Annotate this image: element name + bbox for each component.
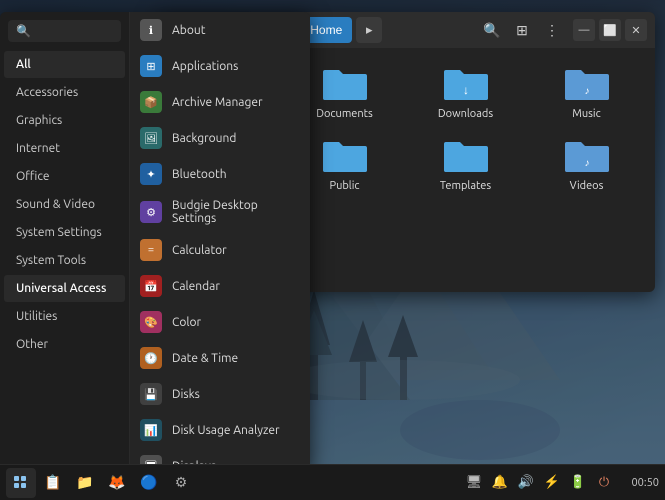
app-label: Background [172, 132, 236, 145]
category-item-sound-&-video[interactable]: Sound & Video [4, 191, 125, 218]
folder-icon: ↓ [442, 64, 490, 104]
app-icon: 📊 [140, 419, 162, 441]
app-item-calendar[interactable]: 📅 Calendar [130, 268, 310, 304]
svg-text:♪: ♪ [584, 157, 589, 168]
folder-label: Videos [570, 180, 604, 192]
taskbar-app4-button[interactable]: 🔵 [134, 468, 164, 498]
home-label: Home [310, 23, 342, 37]
app-launcher: 🔍 AllAccessoriesGraphicsInternetOfficeSo… [0, 12, 310, 472]
folder-icon: ♪ [563, 64, 611, 104]
folder-icon [321, 136, 369, 176]
folder-item-templates[interactable]: Templates [409, 132, 522, 196]
folder-icon: ♪ [563, 136, 611, 176]
taskbar-settings-button[interactable]: ⚙ [166, 468, 196, 498]
category-item-utilities[interactable]: Utilities [4, 303, 125, 330]
app-label: Bluetooth [172, 168, 227, 181]
category-item-system-tools[interactable]: System Tools [4, 247, 125, 274]
taskbar: 📋 📁 🦊 🔵 ⚙ 🖥 🔔 🔊 ⚡ 🔋 ⏻ 00:50 [0, 464, 665, 500]
app-label: Date & Time [172, 352, 238, 365]
app-label: Disks [172, 388, 200, 401]
search-input[interactable] [37, 24, 113, 38]
maximize-button[interactable]: ⬜ [599, 19, 621, 41]
category-item-all[interactable]: All [4, 51, 125, 78]
category-item-accessories[interactable]: Accessories [4, 79, 125, 106]
svg-text:♪: ♪ [584, 85, 589, 96]
app-item-disks[interactable]: 💾 Disks [130, 376, 310, 412]
menu-button[interactable]: ⋮ [539, 17, 565, 43]
app-label: Applications [172, 60, 238, 73]
search-button[interactable]: 🔍 [479, 17, 505, 43]
taskbar-nemo-button[interactable]: 📋 [38, 468, 68, 498]
taskbar-files-button[interactable]: 📁 [70, 468, 100, 498]
app-item-archive-manager[interactable]: 📦 Archive Manager [130, 84, 310, 120]
tray-network-icon[interactable]: ⚡ [541, 472, 563, 494]
folder-icon [321, 64, 369, 104]
app-icon: = [140, 239, 162, 261]
window-controls: — ⬜ ✕ [573, 19, 647, 41]
app-label: Disk Usage Analyzer [172, 424, 280, 437]
category-item-office[interactable]: Office [4, 163, 125, 190]
svg-text:↓: ↓ [463, 84, 469, 97]
categories-panel: 🔍 AllAccessoriesGraphicsInternetOfficeSo… [0, 12, 130, 472]
app-item-about[interactable]: ℹ About [130, 12, 310, 48]
app-item-background[interactable]: 🖼 Background [130, 120, 310, 156]
folder-item-music[interactable]: ♪ Music [530, 60, 643, 124]
system-tray: 🖥 🔔 🔊 ⚡ 🔋 ⏻ 00:50 [463, 472, 659, 494]
category-item-system-settings[interactable]: System Settings [4, 219, 125, 246]
taskbar-firefox-button[interactable]: 🦊 [102, 468, 132, 498]
app-icon: ℹ [140, 19, 162, 41]
category-item-universal-access[interactable]: Universal Access [4, 275, 125, 302]
app-icon: 🎨 [140, 311, 162, 333]
tray-power-icon[interactable]: ⏻ [593, 472, 615, 494]
app-label: Color [172, 316, 201, 329]
apps-menu-button[interactable] [6, 468, 36, 498]
app-icon: 📅 [140, 275, 162, 297]
search-bar[interactable]: 🔍 [8, 20, 121, 42]
close-button[interactable]: ✕ [625, 19, 647, 41]
nav-next-button[interactable]: ▸ [356, 17, 382, 43]
view-toggle-button[interactable]: ⊞ [509, 17, 535, 43]
folder-label: Public [330, 180, 360, 192]
tray-screen-icon[interactable]: 🖥 [463, 472, 485, 494]
app-icon: 📦 [140, 91, 162, 113]
app-icon: ⚙ [140, 201, 162, 223]
apps-panel: ℹ About ⊞ Applications 📦 Archive Manager… [130, 12, 310, 472]
category-list: AllAccessoriesGraphicsInternetOfficeSoun… [0, 50, 129, 472]
app-label: About [172, 24, 205, 37]
app-label: Calculator [172, 244, 227, 257]
app-item-disk-usage-analyzer[interactable]: 📊 Disk Usage Analyzer [130, 412, 310, 448]
category-item-graphics[interactable]: Graphics [4, 107, 125, 134]
app-item-budgie-desktop-settings[interactable]: ⚙ Budgie Desktop Settings [130, 192, 310, 232]
tray-notification-icon[interactable]: 🔔 [489, 472, 511, 494]
category-item-internet[interactable]: Internet [4, 135, 125, 162]
app-icon: 🕐 [140, 347, 162, 369]
tray-battery-icon[interactable]: 🔋 [567, 472, 589, 494]
minimize-button[interactable]: — [573, 19, 595, 41]
folder-label: Downloads [438, 108, 493, 120]
folder-icon [442, 136, 490, 176]
tray-volume-icon[interactable]: 🔊 [515, 472, 537, 494]
app-item-calculator[interactable]: = Calculator [130, 232, 310, 268]
search-icon: 🔍 [16, 24, 31, 38]
app-label: Archive Manager [172, 96, 263, 109]
app-item-applications[interactable]: ⊞ Applications [130, 48, 310, 84]
category-item-other[interactable]: Other [4, 331, 125, 358]
folder-label: Music [572, 108, 600, 120]
app-icon: ⊞ [140, 55, 162, 77]
folder-label: Templates [440, 180, 491, 192]
app-label: Budgie Desktop Settings [172, 199, 300, 225]
app-icon: 💾 [140, 383, 162, 405]
app-item-color[interactable]: 🎨 Color [130, 304, 310, 340]
app-label: Calendar [172, 280, 220, 293]
app-icon: 🖼 [140, 127, 162, 149]
system-clock: 00:50 [619, 477, 659, 489]
folder-item-downloads[interactable]: ↓ Downloads [409, 60, 522, 124]
app-item-date-and-time[interactable]: 🕐 Date & Time [130, 340, 310, 376]
app-item-bluetooth[interactable]: ✦ Bluetooth [130, 156, 310, 192]
folder-item-videos[interactable]: ♪ Videos [530, 132, 643, 196]
app-icon: ✦ [140, 163, 162, 185]
folder-label: Documents [316, 108, 373, 120]
